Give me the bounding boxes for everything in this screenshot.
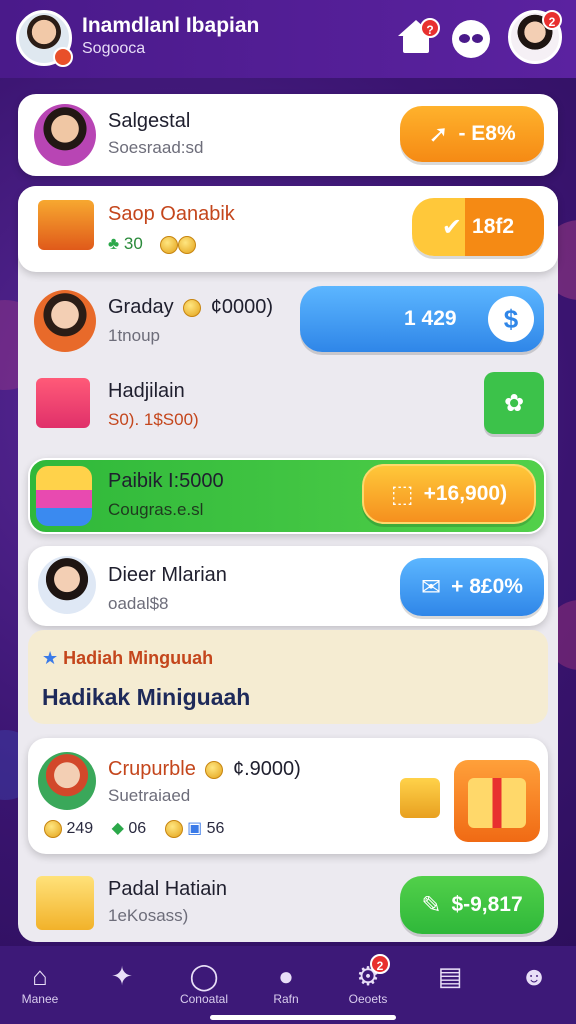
nav-badge: 2 [370, 954, 390, 974]
home-badge: ? [420, 18, 440, 38]
compass-icon: ● [278, 961, 294, 991]
coin-icon [183, 298, 202, 317]
item-title: Graday ¢0000) [108, 296, 273, 319]
gift-box-icon [400, 778, 440, 818]
profile-badge: 2 [542, 10, 562, 30]
item-avatar [34, 104, 96, 166]
item-avatar [38, 752, 96, 810]
nav-compass[interactable]: ● Rafn [256, 960, 316, 1006]
coin-icon [44, 819, 62, 838]
item-title: Saop Oanabik [108, 203, 235, 225]
dollar-icon: $ [488, 296, 534, 342]
star-icon: ★ [42, 648, 59, 668]
weekly-label-text: Hadiah Minguuah [63, 648, 214, 668]
home-icon: ⌂ [32, 961, 48, 991]
button-label: +16,900) [423, 482, 508, 505]
button-label: 1 429 [404, 307, 457, 330]
app-title: Inamdlanl Ibapian [82, 14, 260, 37]
item-subtitle: 1tnoup [108, 326, 160, 345]
stat-value: 30 [123, 234, 143, 253]
calendar-icon: ▤ [437, 961, 463, 991]
stat-value: 56 [206, 820, 225, 837]
item-title: Crupurble ¢.9000) [108, 758, 301, 781]
item-subtitle: Cougras.e.sl [108, 500, 204, 519]
mask-icon[interactable] [452, 20, 490, 58]
item-title-extra: ¢.9000) [232, 758, 301, 780]
nav-label: Rafn [273, 992, 299, 1006]
ticket-button[interactable]: ✉ + 8£0% [400, 558, 544, 616]
item-subtitle: Soesraad:sd [108, 138, 204, 157]
user-icon: ☻ [520, 961, 548, 991]
item-stats: 249 ◆ 06 ▣ 56 [44, 818, 224, 838]
nav-label: Manee [21, 992, 59, 1006]
gift-icon [468, 778, 526, 828]
app-subtitle: Sogooca [82, 40, 146, 57]
weekly-headline: Hadikak Miniguaah [42, 684, 251, 710]
stat-value: 249 [66, 820, 94, 837]
gift-box-icon [36, 876, 94, 930]
coin-icon [159, 235, 178, 254]
game-icon: ✦ [111, 961, 133, 991]
item-title: Hadjilain [108, 380, 185, 402]
item-title: Paibik I:5000 [108, 470, 224, 492]
coin-icon [164, 819, 183, 838]
item-title: Padal Hatiain [108, 878, 227, 900]
ticket-icon: ✉ [421, 573, 442, 601]
item-subtitle: 1eKosass) [108, 906, 189, 925]
nav-home[interactable]: ⌂ Manee [10, 960, 70, 1006]
arrow-icon: ➚ [428, 120, 449, 148]
claim-button[interactable]: ✔ 18f2 [412, 198, 544, 256]
clover-icon: ✿ [503, 389, 525, 417]
item-title: Dieer Mlarian [108, 564, 227, 586]
clover-button[interactable]: ✿ [484, 372, 544, 434]
button-label: $-9,817 [451, 893, 523, 916]
item-subtitle: Suetraiaed [108, 786, 191, 805]
gift-icon [36, 378, 90, 428]
item-stats: ♣ 30 [108, 234, 196, 254]
button-label: - E8% [458, 122, 516, 145]
button-label: 18f2 [472, 215, 515, 238]
stat-value: 06 [128, 820, 147, 837]
item-subtitle: S0). 1$S00) [108, 410, 199, 429]
nav-profile[interactable]: ☻ [504, 960, 564, 992]
status-dot [53, 47, 73, 67]
money-icon: ✎ [421, 891, 442, 919]
search-icon: ◯ [189, 961, 219, 991]
check-icon: ✔ [441, 213, 463, 241]
weekly-label: ★ Hadiah Minguuah [42, 648, 213, 669]
gem-icon: ♣ [108, 234, 120, 253]
nav-game[interactable]: ✦ [92, 960, 152, 992]
item-title: Salgestal [108, 110, 191, 132]
coin-icon [177, 235, 196, 254]
claim-button[interactable]: ⬚ +16,900) [362, 464, 536, 524]
item-avatar [38, 556, 96, 614]
home-indicator [210, 1015, 396, 1020]
nav-label: Conoatal [179, 992, 229, 1006]
card-icon: ▣ [187, 820, 203, 837]
reward-button[interactable]: 1 429 $ [300, 286, 544, 352]
gift-button[interactable] [454, 760, 540, 842]
item-title-extra: ¢0000) [210, 296, 273, 318]
user-avatar[interactable] [16, 10, 73, 67]
coin-stack-icon [36, 466, 92, 526]
nav-calendar[interactable]: ▤ [420, 960, 480, 992]
item-subtitle: oadal$8 [108, 594, 169, 613]
nav-label: Oeoets [348, 992, 388, 1006]
gem-icon: ◆ [111, 820, 124, 837]
claim-button[interactable]: ➚ - E8% [400, 106, 544, 162]
coin-icon [205, 760, 224, 779]
item-title-text: Graday [108, 296, 174, 318]
basket-icon [38, 200, 94, 250]
money-button[interactable]: ✎ $-9,817 [400, 876, 544, 934]
item-avatar [34, 290, 96, 352]
box-icon: ⬚ [390, 480, 414, 508]
button-label: + 8£0% [451, 575, 523, 598]
nav-search[interactable]: ◯ Conoatal [174, 960, 234, 1006]
item-title-text: Crupurble [108, 758, 196, 780]
